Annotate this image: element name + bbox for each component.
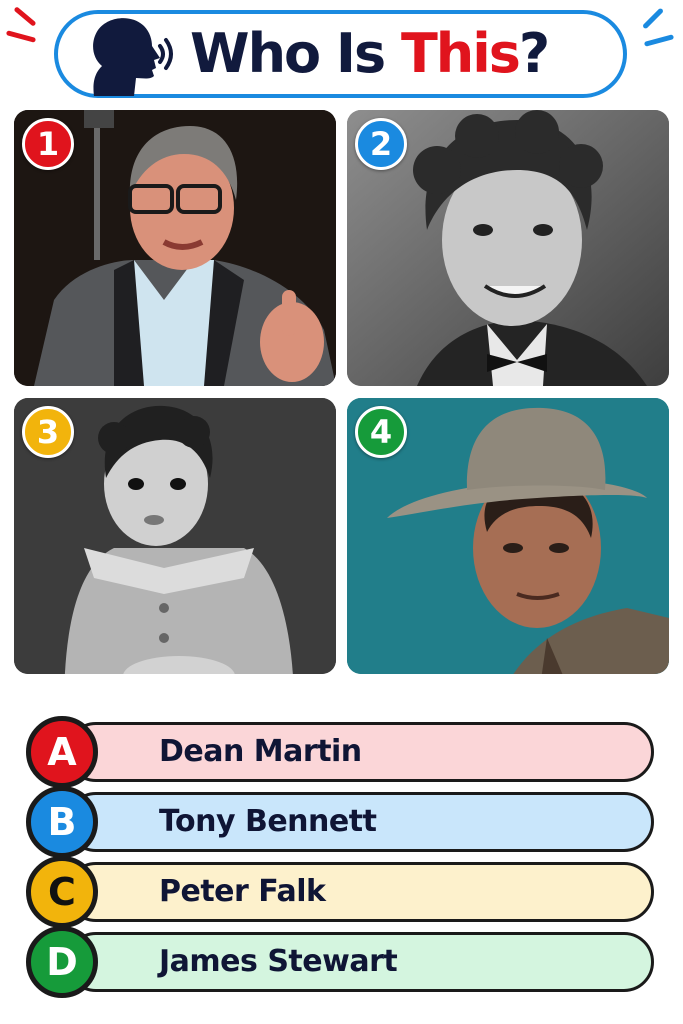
title-this: This — [400, 22, 521, 85]
answer-label: James Stewart — [159, 944, 398, 979]
photo-number-badge: 3 — [22, 406, 74, 458]
left-burst-icon — [5, 6, 50, 56]
answer-letter-c[interactable]: C — [26, 856, 98, 928]
title-who-is: Who Is — [190, 22, 401, 85]
answer-label: Peter Falk — [159, 874, 326, 909]
answer-letter-d[interactable]: D — [26, 926, 98, 998]
right-burst-icon — [634, 6, 678, 56]
answer-letter-b[interactable]: B — [26, 786, 98, 858]
photo-number-badge: 1 — [22, 118, 74, 170]
photo-number-badge: 2 — [355, 118, 407, 170]
answer-label: Dean Martin — [159, 734, 362, 769]
photo-1[interactable]: 1 — [14, 110, 336, 386]
photo-2[interactable]: 2 — [347, 110, 669, 386]
answer-option-b[interactable]: Tony Bennett — [66, 792, 654, 852]
answer-label: Tony Bennett — [159, 804, 377, 839]
answer-option-c[interactable]: Peter Falk — [66, 862, 654, 922]
speaking-head-icon — [93, 18, 173, 96]
answer-option-d[interactable]: James Stewart — [66, 932, 654, 992]
photo-4[interactable]: 4 — [347, 398, 669, 674]
page-title: Who Is This? — [190, 14, 550, 94]
answer-option-a[interactable]: Dean Martin — [66, 722, 654, 782]
answer-letter-a[interactable]: A — [26, 716, 98, 788]
photo-3[interactable]: 3 — [14, 398, 336, 674]
title-question-mark: ? — [518, 22, 550, 85]
photo-number-badge: 4 — [355, 406, 407, 458]
